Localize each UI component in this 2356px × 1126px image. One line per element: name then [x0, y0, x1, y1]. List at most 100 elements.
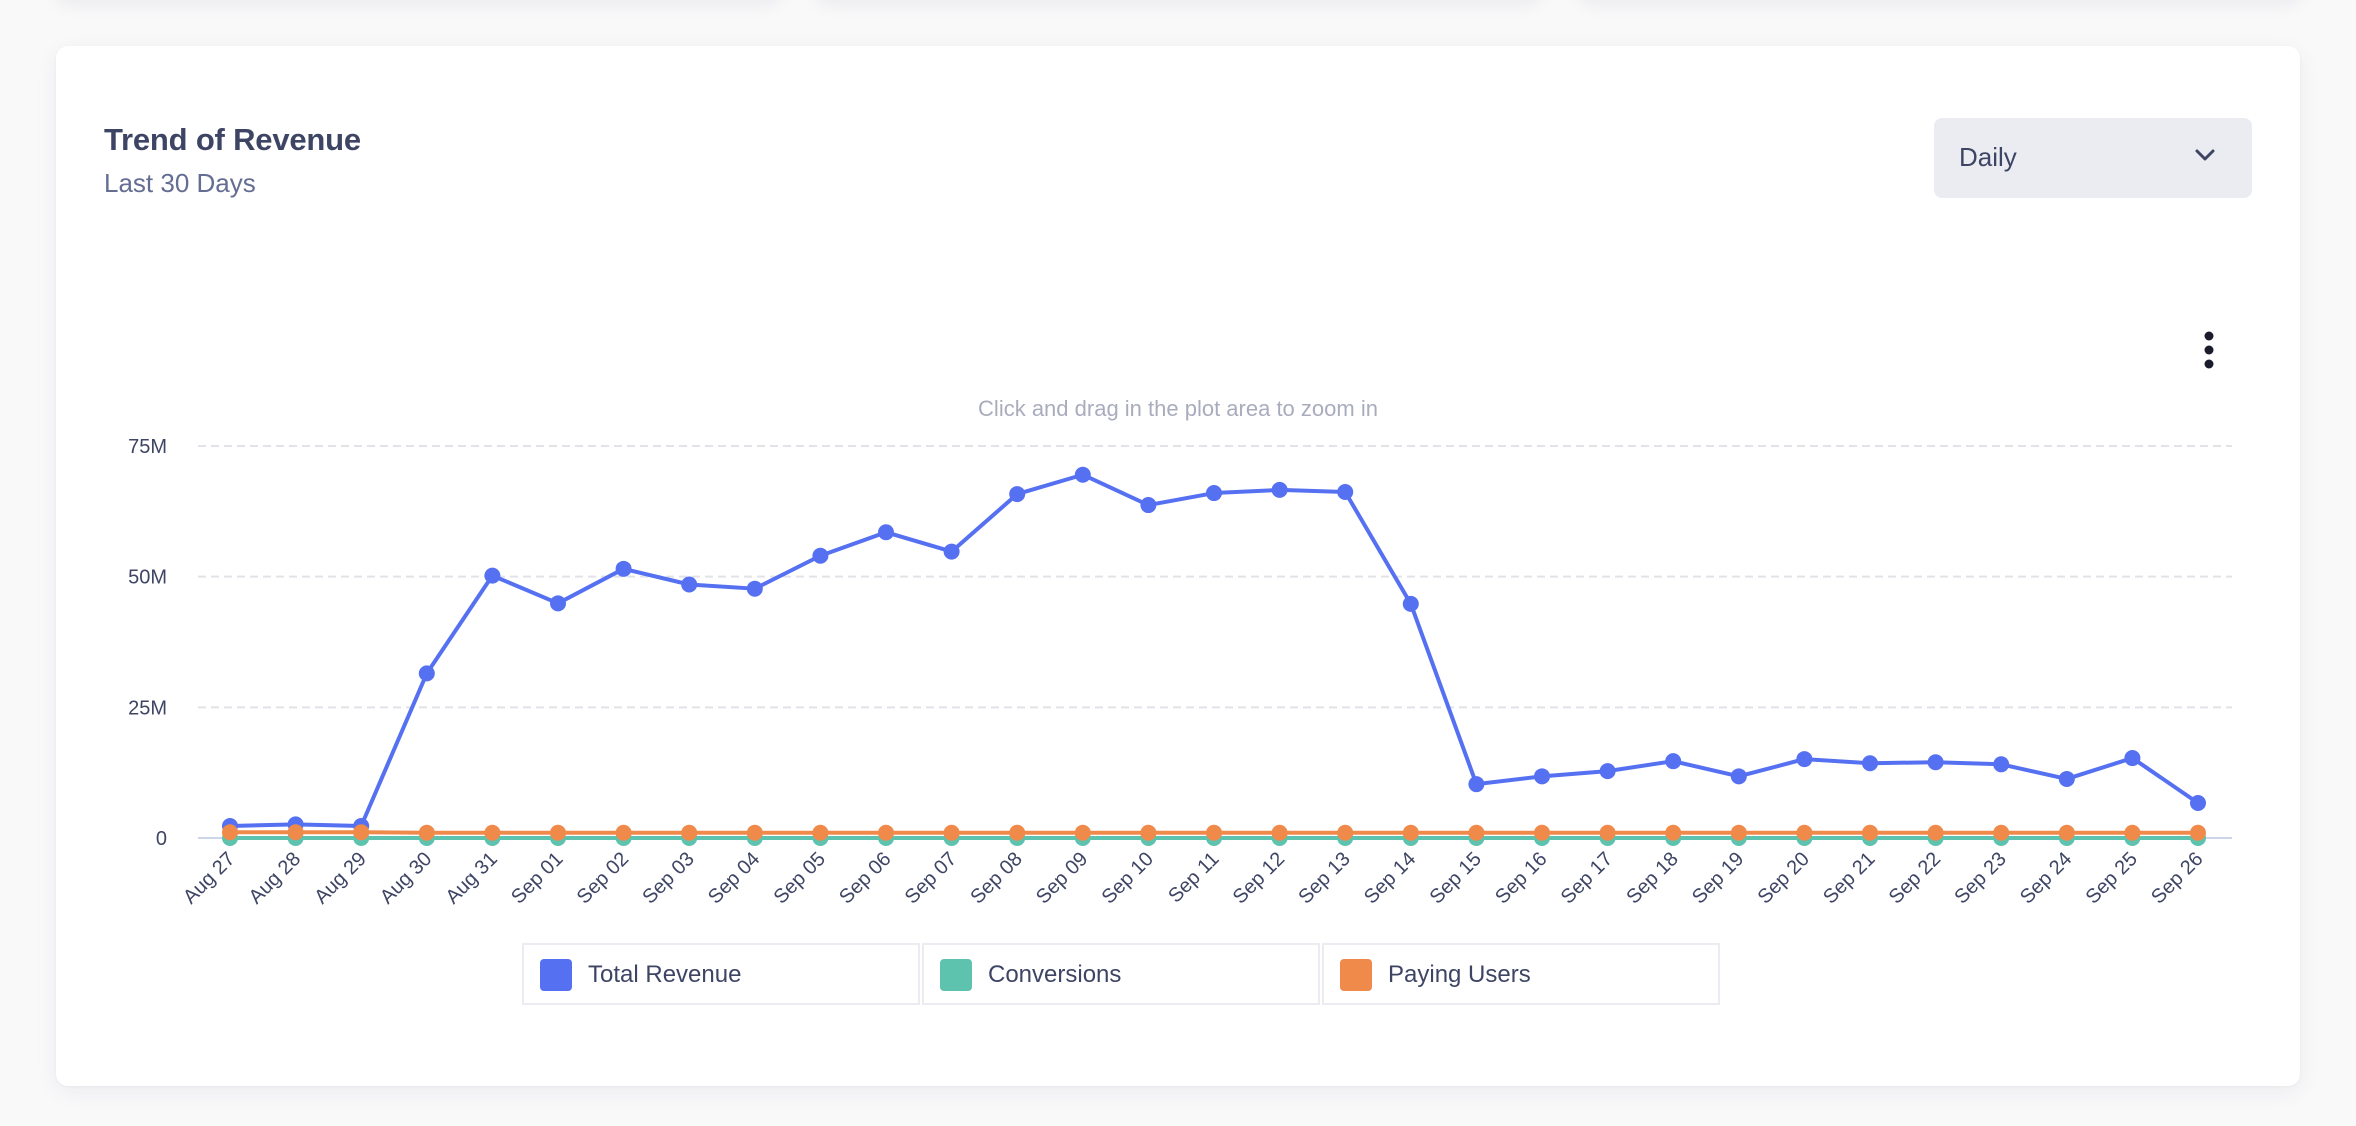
- x-tick-label: Sep 26: [2147, 848, 2207, 908]
- data-point: [1862, 755, 1878, 772]
- legend-swatch-paying-users: [1340, 959, 1372, 991]
- data-point: [2058, 770, 2075, 787]
- data-point: [2190, 824, 2206, 841]
- data-point: [1009, 486, 1026, 503]
- x-tick-label: Aug 30: [376, 848, 436, 908]
- data-point: [615, 824, 632, 841]
- data-point: [1074, 824, 1091, 841]
- data-point: [812, 547, 829, 564]
- data-point: [746, 824, 763, 841]
- y-axis: 0 25M 50M 75M: [128, 436, 167, 850]
- data-point: [1337, 483, 1354, 500]
- legend-swatch-conversions: [940, 959, 972, 991]
- data-point: [418, 824, 435, 841]
- data-point: [1599, 824, 1616, 841]
- data-point: [353, 824, 370, 841]
- data-point: [812, 824, 829, 841]
- x-tick-label: Aug 27: [179, 848, 239, 908]
- series-layer: [222, 466, 2206, 846]
- x-tick-label: Sep 11: [1164, 848, 1223, 907]
- data-point: [1665, 824, 1682, 841]
- data-point: [1862, 824, 1878, 841]
- x-tick-label: Sep 13: [1294, 848, 1354, 908]
- data-point: [878, 524, 894, 541]
- data-point: [550, 824, 566, 841]
- x-tick-label: Sep 08: [966, 848, 1026, 908]
- data-point: [484, 567, 501, 584]
- x-tick-label: Sep 15: [1426, 848, 1486, 908]
- series-line: [228, 472, 2200, 828]
- data-point: [1534, 768, 1550, 785]
- data-point: [1140, 497, 1157, 514]
- data-point: [1074, 466, 1091, 483]
- data-point: [1468, 776, 1485, 793]
- x-tick-label: Sep 20: [1754, 848, 1814, 908]
- data-point: [418, 665, 435, 682]
- x-tick-label: Aug 31: [442, 848, 502, 908]
- x-tick-label: Sep 22: [1885, 848, 1945, 908]
- data-point: [1534, 824, 1550, 841]
- x-tick-label: Sep 10: [1098, 848, 1158, 908]
- x-tick-label: Sep 07: [901, 848, 961, 908]
- data-point: [2190, 794, 2206, 811]
- data-point: [2124, 824, 2141, 841]
- data-point: [1206, 485, 1222, 502]
- x-tick-label: Aug 29: [310, 848, 370, 908]
- legend-label: Conversions: [988, 961, 1122, 988]
- legend-label: Paying Users: [1388, 961, 1531, 988]
- x-tick-label: Sep 01: [507, 848, 567, 908]
- data-point: [1927, 754, 1944, 771]
- data-point: [1993, 824, 2010, 841]
- data-point: [615, 560, 632, 577]
- data-point: [1009, 824, 1026, 841]
- x-tick-label: Sep 21: [1819, 848, 1879, 908]
- data-point: [484, 824, 501, 841]
- data-point: [2124, 750, 2141, 767]
- data-point: [1271, 824, 1288, 841]
- x-tick-label: Sep 03: [638, 848, 698, 908]
- data-point: [1665, 753, 1682, 770]
- data-point: [1927, 824, 1944, 841]
- data-point: [1730, 824, 1747, 841]
- x-tick-label: Sep 12: [1229, 848, 1289, 908]
- data-point: [1140, 824, 1157, 841]
- legend-item-paying-users[interactable]: Paying Users: [1322, 943, 1720, 1005]
- x-tick-label: Sep 14: [1360, 848, 1420, 908]
- x-tick-label: Sep 18: [1622, 848, 1682, 908]
- x-tick-label: Sep 04: [704, 848, 764, 908]
- y-tick-label: 50M: [128, 567, 167, 589]
- y-tick-label: 0: [156, 828, 167, 850]
- data-point: [943, 824, 960, 841]
- data-point: [287, 824, 304, 841]
- x-tick-label: Aug 28: [245, 848, 305, 908]
- data-point: [1402, 824, 1419, 841]
- data-point: [1206, 824, 1222, 841]
- data-point: [1468, 824, 1485, 841]
- x-tick-label: Sep 09: [1032, 848, 1092, 908]
- data-point: [1993, 756, 2010, 773]
- y-tick-label: 75M: [128, 436, 167, 458]
- legend-item-conversions[interactable]: Conversions: [922, 943, 1320, 1005]
- x-tick-label: Sep 16: [1491, 848, 1551, 908]
- data-point: [1730, 768, 1747, 785]
- legend-label: Total Revenue: [588, 961, 742, 988]
- x-tick-label: Sep 05: [770, 848, 830, 908]
- data-point: [878, 824, 894, 841]
- chart-legend: Total Revenue Conversions Paying Users: [522, 943, 1722, 1005]
- x-tick-label: Sep 25: [2082, 848, 2142, 908]
- data-point: [681, 576, 698, 593]
- data-point: [222, 824, 238, 841]
- data-point: [681, 824, 698, 841]
- data-point: [943, 543, 960, 560]
- data-point: [1337, 824, 1354, 841]
- legend-item-total-revenue[interactable]: Total Revenue: [522, 943, 920, 1005]
- data-point: [550, 595, 566, 612]
- data-point: [1402, 595, 1419, 612]
- data-point: [1271, 481, 1288, 498]
- series-total-revenue: [222, 466, 2206, 834]
- data-point: [746, 580, 763, 597]
- data-point: [1796, 824, 1813, 841]
- x-axis: Aug 27 Aug 28 Aug 29 Aug 30 Aug 31 Sep 01 Sep …: [179, 837, 2232, 908]
- x-tick-label: Sep 02: [573, 848, 633, 908]
- data-point: [1599, 763, 1616, 780]
